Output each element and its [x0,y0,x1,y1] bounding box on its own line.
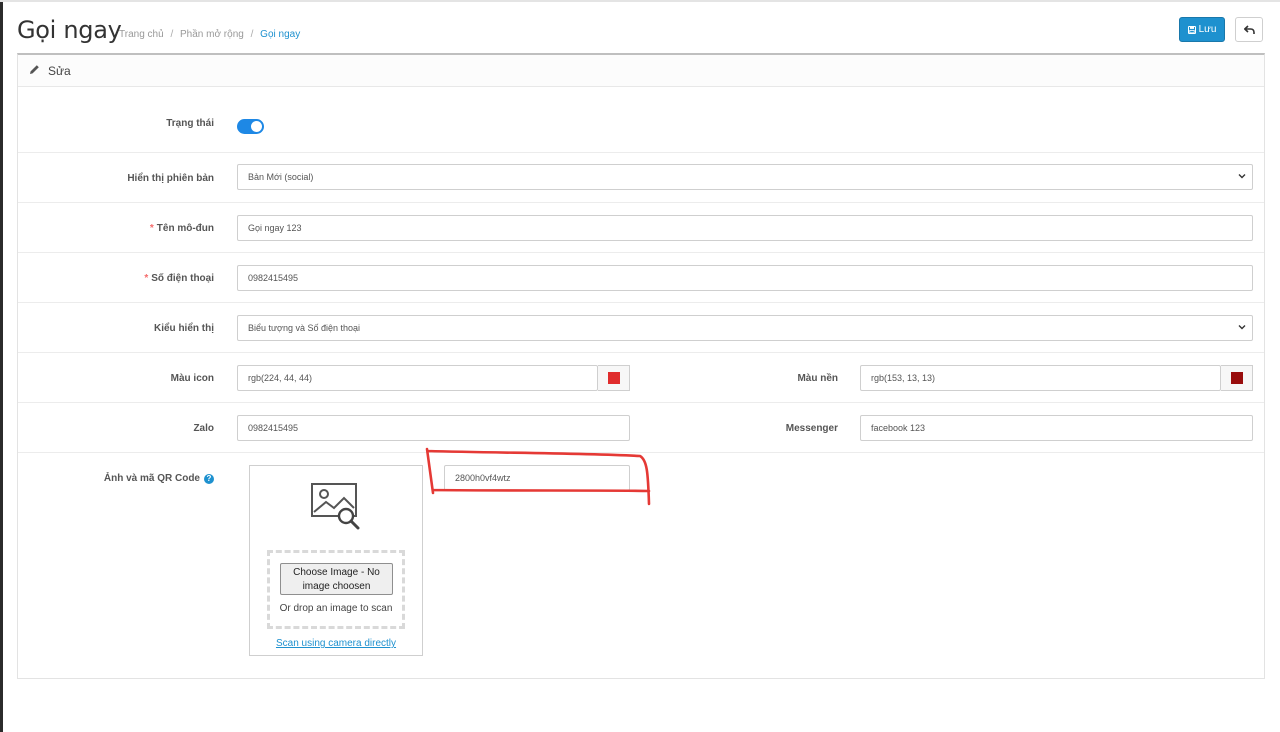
version-label: Hiển thị phiên bản [127,173,214,184]
bg-color-input[interactable]: rgb(153, 13, 13) [860,365,1221,391]
qr-label-text: Ảnh và mã QR Code [103,473,200,484]
phone-input[interactable]: 0982415495 [237,265,1253,291]
image-drop-zone[interactable]: Choose Image - No image choosen Or drop … [267,550,405,629]
form-row-display-type: Kiểu hiển thị Biểu tượng và Số điện thoạ… [18,303,1264,353]
status-label: Trạng thái [166,118,214,129]
status-toggle[interactable] [237,119,264,134]
choose-image-button[interactable]: Choose Image - No image choosen [280,563,393,595]
form-row-phone: * Số điện thoại 0982415495 [18,253,1264,303]
display-type-label: Kiểu hiển thị [154,323,214,334]
breadcrumb-item-current[interactable]: Gọi ngay [260,29,300,40]
drop-image-text: Or drop an image to scan [279,603,393,614]
module-name-input[interactable]: Gọi ngay 123 [237,215,1253,241]
panel-heading: Sửa [18,55,1264,87]
reply-arrow-icon [1243,24,1255,34]
messenger-value: facebook 123 [871,423,926,433]
qr-code-value: 2800h0vf4wtz [455,473,511,483]
zalo-input[interactable]: 0982415495 [237,415,630,441]
icon-color-swatch [607,372,620,384]
breadcrumb-separator: / [250,29,254,40]
bg-color-picker[interactable] [1221,365,1253,391]
window-top-edge [0,0,1280,2]
floppy-disk-icon [1187,25,1196,34]
back-button[interactable] [1235,17,1263,42]
icon-color-input[interactable]: rgb(224, 44, 44) [237,365,598,391]
form-row-status: Trạng thái [18,87,1264,153]
module-name-value: Gọi ngay 123 [248,223,302,233]
chevron-down-icon [1238,325,1246,330]
breadcrumb: Trang chủ / Phần mở rộng / Gọi ngay [119,29,300,40]
image-search-icon [311,483,360,530]
form-row-version: Hiển thị phiên bản Bản Mới (social) [18,153,1264,203]
bg-color-swatch [1230,372,1243,384]
version-select[interactable]: Bản Mới (social) [237,164,1253,190]
breadcrumb-item-extensions[interactable]: Phần mở rộng [180,29,244,40]
form-row-colors: Màu icon rgb(224, 44, 44) Màu nền rgb(15… [18,353,1264,403]
icon-color-label: Màu icon [170,373,214,384]
panel-title: Sửa [48,64,71,78]
question-circle-icon[interactable]: ? [204,474,214,484]
qr-label: Ảnh và mã QR Code? [104,473,214,484]
required-marker: * [149,223,154,234]
save-button[interactable]: Lưu [1179,17,1225,42]
chevron-down-icon [1238,174,1246,179]
display-type-value: Biểu tượng và Số điện thoại [248,323,360,333]
zalo-value: 0982415495 [248,423,299,433]
bg-color-value: rgb(153, 13, 13) [871,373,936,383]
scan-camera-link[interactable]: Scan using camera directly [250,638,422,649]
pencil-icon [30,65,39,74]
version-select-value: Bản Mới (social) [248,172,314,182]
qr-code-input[interactable]: 2800h0vf4wtz [444,465,630,491]
save-button-label: Lưu [1198,24,1217,35]
edit-panel: Sửa Trạng thái Hiển thị phiên bản Bản Mớ… [17,53,1265,679]
window-left-edge [0,0,3,732]
required-marker: * [144,273,149,284]
breadcrumb-separator: / [170,29,174,40]
form-row-social: Zalo 0982415495 Messenger facebook 123 [18,403,1264,453]
phone-label: * Số điện thoại [144,273,214,284]
qr-image-uploader: Choose Image - No image choosen Or drop … [249,465,423,656]
form-row-module-name: * Tên mô-đun Gọi ngay 123 [18,203,1264,253]
icon-color-picker[interactable] [598,365,630,391]
display-type-select[interactable]: Biểu tượng và Số điện thoại [237,315,1253,341]
messenger-input[interactable]: facebook 123 [860,415,1253,441]
phone-value: 0982415495 [248,273,299,283]
messenger-label: Messenger [785,423,838,434]
page-header: Gọi ngay Trang chủ / Phần mở rộng / Gọi … [17,14,1267,50]
phone-label-text: Số điện thoại [151,273,214,284]
module-name-label: * Tên mô-đun [150,223,214,234]
bg-color-label: Màu nền [797,373,838,384]
page-title: Gọi ngay [17,16,122,44]
module-name-label-text: Tên mô-đun [156,223,214,234]
icon-color-value: rgb(224, 44, 44) [248,373,313,383]
zalo-label: Zalo [193,423,214,434]
breadcrumb-item-home[interactable]: Trang chủ [119,29,164,40]
toggle-knob [251,121,262,132]
